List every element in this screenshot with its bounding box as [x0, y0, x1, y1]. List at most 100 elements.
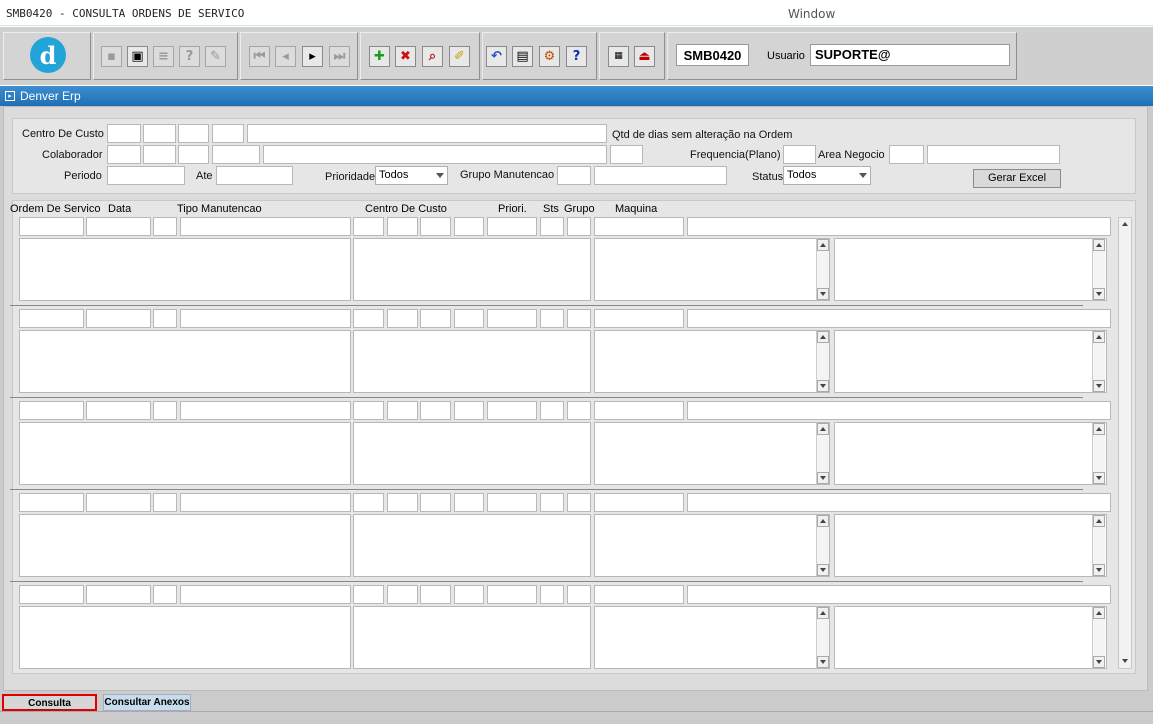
grid-cell[interactable] — [180, 217, 351, 236]
grid-cell[interactable] — [454, 309, 484, 328]
qtd-dias-field[interactable] — [610, 145, 643, 164]
centro-de-custo-field-3[interactable] — [178, 124, 209, 143]
frequencia-field[interactable] — [783, 145, 816, 164]
grid-cell[interactable] — [153, 493, 177, 512]
usuario-field[interactable]: SUPORTE@ — [810, 44, 1010, 66]
grid-cell[interactable] — [387, 217, 418, 236]
menu-icon[interactable]: ▦ — [608, 46, 629, 67]
tab-consulta[interactable]: Consulta — [2, 694, 97, 711]
scroll-up-icon[interactable] — [817, 515, 829, 527]
grid-cell[interactable] — [594, 585, 684, 604]
grid-cell[interactable] — [180, 401, 351, 420]
tab-consultar-anexos[interactable]: Consultar Anexos — [103, 694, 191, 711]
grid-cell[interactable] — [19, 585, 84, 604]
grid-cell[interactable] — [387, 401, 418, 420]
help-query-icon[interactable]: ? — [179, 46, 200, 67]
grid-cell[interactable] — [567, 493, 591, 512]
grid-text-area[interactable] — [834, 238, 1107, 301]
grid-cell[interactable] — [353, 401, 384, 420]
grid-cell[interactable] — [19, 217, 84, 236]
grid-cell[interactable] — [594, 309, 684, 328]
edit-icon[interactable]: ✎ — [205, 46, 226, 67]
scroll-up-icon[interactable] — [1093, 607, 1105, 619]
grid-cell[interactable] — [420, 217, 451, 236]
scroll-down-icon[interactable] — [817, 564, 829, 576]
grid-cell[interactable] — [180, 493, 351, 512]
grid-text-area[interactable] — [594, 606, 830, 669]
scroll-up-icon[interactable] — [1093, 423, 1105, 435]
first-record-icon[interactable]: ⏮ — [249, 46, 270, 67]
centro-de-custo-field-4[interactable] — [212, 124, 244, 143]
colaborador-field-4[interactable] — [212, 145, 260, 164]
grid-cell[interactable] — [420, 493, 451, 512]
print-icon[interactable]: ≡ — [153, 46, 174, 67]
grid-cell[interactable] — [454, 493, 484, 512]
grid-cell[interactable] — [540, 401, 564, 420]
next-record-icon[interactable]: ▸ — [302, 46, 323, 67]
scroll-down-icon[interactable] — [817, 472, 829, 484]
grid-cell[interactable] — [594, 401, 684, 420]
grid-text-area[interactable] — [19, 422, 351, 485]
grid-cell[interactable] — [86, 309, 151, 328]
colaborador-desc-field[interactable] — [263, 145, 607, 164]
grid-cell[interactable] — [487, 585, 537, 604]
grid-cell[interactable] — [567, 309, 591, 328]
grid-cell[interactable] — [387, 309, 418, 328]
grid-text-area[interactable] — [19, 238, 351, 301]
grid-cell[interactable] — [540, 493, 564, 512]
text-area-scrollbar[interactable] — [1092, 331, 1105, 392]
grid-cell[interactable] — [86, 493, 151, 512]
text-area-scrollbar[interactable] — [816, 331, 829, 392]
grid-cell[interactable] — [594, 493, 684, 512]
grid-cell[interactable] — [19, 493, 84, 512]
scroll-down-icon[interactable] — [817, 656, 829, 668]
last-record-icon[interactable]: ⏭ — [329, 46, 350, 67]
text-area-scrollbar[interactable] — [1092, 423, 1105, 484]
grid-text-area[interactable] — [19, 330, 351, 393]
scroll-up-icon[interactable] — [817, 331, 829, 343]
grid-text-area[interactable] — [834, 514, 1107, 577]
scroll-up-icon[interactable] — [1093, 239, 1105, 251]
scroll-down-icon[interactable] — [817, 380, 829, 392]
grid-cell[interactable] — [86, 217, 151, 236]
grid-text-area[interactable] — [19, 606, 351, 669]
grid-cell[interactable] — [420, 401, 451, 420]
scroll-up-icon[interactable] — [817, 423, 829, 435]
periodo-field[interactable] — [107, 166, 185, 185]
scroll-down-icon[interactable] — [1093, 380, 1105, 392]
menu-window[interactable]: Window — [788, 7, 835, 21]
grid-cell[interactable] — [487, 217, 537, 236]
text-area-scrollbar[interactable] — [1092, 239, 1105, 300]
grid-cell[interactable] — [86, 585, 151, 604]
grupo-manutencao-code-field[interactable] — [557, 166, 591, 185]
save-icon[interactable]: ▪ — [101, 46, 122, 67]
grid-text-area[interactable] — [353, 606, 591, 669]
grid-cell[interactable] — [687, 401, 1111, 420]
grid-cell[interactable] — [153, 401, 177, 420]
grid-cell[interactable] — [420, 309, 451, 328]
grid-cell[interactable] — [567, 585, 591, 604]
grid-cell[interactable] — [454, 217, 484, 236]
grid-cell[interactable] — [180, 585, 351, 604]
scroll-up-icon[interactable] — [1119, 218, 1131, 231]
scroll-up-icon[interactable] — [817, 607, 829, 619]
grid-cell[interactable] — [353, 585, 384, 604]
text-area-scrollbar[interactable] — [1092, 515, 1105, 576]
grid-cell[interactable] — [487, 401, 537, 420]
scroll-up-icon[interactable] — [1093, 331, 1105, 343]
grid-cell[interactable] — [594, 217, 684, 236]
grid-cell[interactable] — [86, 401, 151, 420]
grid-cell[interactable] — [153, 585, 177, 604]
grupo-manutencao-desc-field[interactable] — [594, 166, 727, 185]
query-icon[interactable]: ⌕ — [422, 46, 443, 67]
grid-text-area[interactable] — [834, 330, 1107, 393]
exit-icon[interactable]: ⏏ — [634, 46, 655, 67]
text-area-scrollbar[interactable] — [816, 423, 829, 484]
grid-cell[interactable] — [567, 401, 591, 420]
text-area-scrollbar[interactable] — [816, 607, 829, 668]
text-area-scrollbar[interactable] — [1092, 607, 1105, 668]
colaborador-field-3[interactable] — [178, 145, 209, 164]
grid-text-area[interactable] — [353, 422, 591, 485]
clear-icon[interactable]: ✐ — [449, 46, 470, 67]
scroll-down-icon[interactable] — [817, 288, 829, 300]
